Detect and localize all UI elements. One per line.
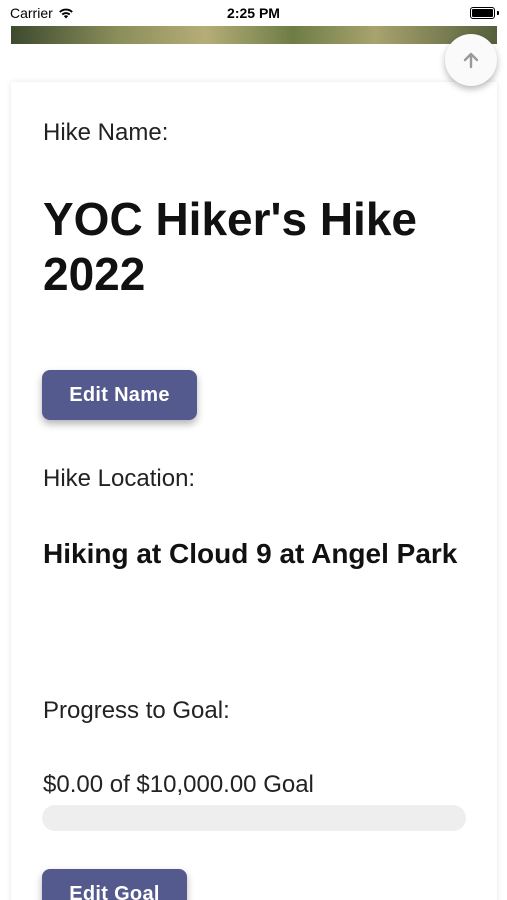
- goal-amount-text: $0.00 of $10,000.00 Goal: [43, 771, 314, 798]
- hero-image: [11, 26, 497, 44]
- status-bar: Carrier 2:25 PM: [0, 0, 507, 26]
- hike-location: Hiking at Cloud 9 at Angel Park: [43, 538, 458, 569]
- edit-goal-button[interactable]: Edit Goal: [42, 869, 187, 900]
- arrow-up-icon: [463, 52, 479, 69]
- edit-name-button[interactable]: Edit Name: [42, 370, 197, 420]
- goal-progress-bar: [42, 805, 466, 831]
- hike-name: YOC Hiker's Hike 2022: [43, 193, 417, 300]
- battery-icon: [470, 7, 495, 19]
- battery-tip: [497, 11, 499, 15]
- status-time: 2:25 PM: [227, 5, 280, 21]
- scroll-to-top-button[interactable]: [445, 34, 497, 86]
- hike-name-label: Hike Name:: [43, 119, 169, 146]
- progress-label: Progress to Goal:: [43, 697, 230, 724]
- hike-location-label: Hike Location:: [43, 465, 196, 492]
